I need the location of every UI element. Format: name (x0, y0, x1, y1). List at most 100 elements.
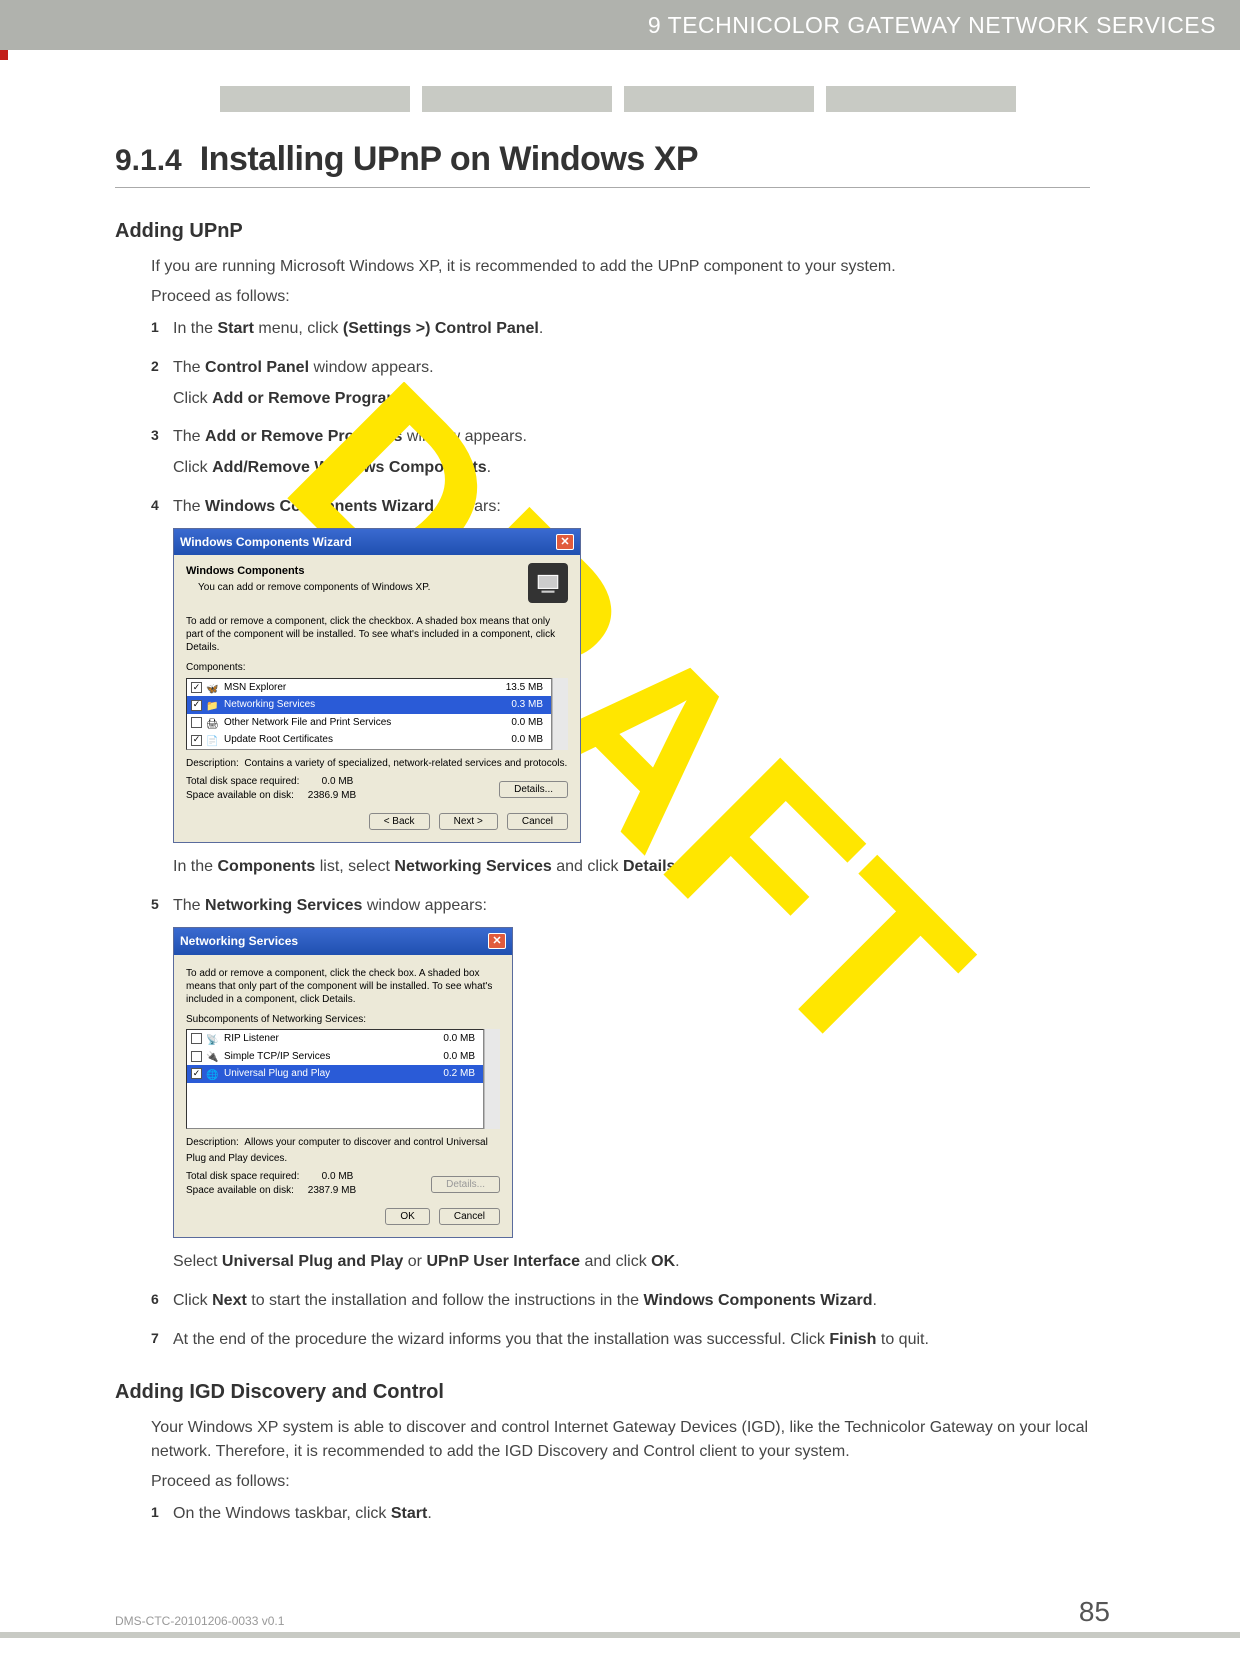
step-1: In the Start menu, click (Settings >) Co… (173, 317, 1090, 342)
list-item[interactable]: 🖨 Other Network File and Print Services … (187, 714, 551, 732)
chapter-label: 9 TECHNICOLOR GATEWAY NETWORK SERVICES (648, 12, 1216, 39)
subcomponents-label: Subcomponents of Networking Services: (186, 1012, 500, 1028)
dialog-titlebar: Windows Components Wizard ✕ (174, 529, 580, 556)
checkbox-icon[interactable]: ✓ (191, 682, 202, 693)
checkbox-icon[interactable] (191, 1033, 202, 1044)
close-icon[interactable]: ✕ (488, 933, 506, 949)
section-number: 9.1.4 (115, 144, 182, 178)
cert-icon: 📄 (206, 734, 220, 746)
close-icon[interactable]: ✕ (556, 534, 574, 550)
step-number: 5 (151, 894, 173, 912)
dialog-instructions: To add or remove a component, click the … (186, 615, 568, 654)
section-header: 9.1.4 Installing UPnP on Windows XP (115, 140, 1090, 188)
igd-intro-1: Your Windows XP system is able to discov… (151, 1416, 1090, 1464)
ok-button[interactable]: OK (385, 1208, 429, 1225)
step-number: 4 (151, 495, 173, 513)
page-footer: DMS-CTC-20101206-0033 v0.1 85 (0, 1596, 1240, 1628)
item-name: Networking Services (224, 697, 487, 713)
header-band: 9 TECHNICOLOR GATEWAY NETWORK SERVICES (0, 0, 1240, 50)
intro-text: If you are running Microsoft Windows XP,… (151, 255, 1090, 309)
item-size: 0.3 MB (487, 697, 547, 713)
list-item-selected[interactable]: ✓ 📁 Networking Services 0.3 MB (187, 696, 551, 714)
list-item[interactable]: ✓ 📄 Update Root Certificates 0.0 MB (187, 731, 551, 749)
item-size: 0.0 MB (487, 715, 547, 731)
igd-steps-list: 1 On the Windows taskbar, click Start. (151, 1502, 1090, 1527)
step-7: At the end of the procedure the wizard i… (173, 1328, 1090, 1353)
intro-line-1: If you are running Microsoft Windows XP,… (151, 255, 1090, 279)
item-name: Other Network File and Print Services (224, 715, 487, 731)
components-label: Components: (186, 660, 568, 676)
scrollbar[interactable] (552, 678, 568, 750)
details-button[interactable]: Details... (499, 781, 568, 798)
item-size: 0.0 MB (419, 1049, 479, 1065)
tcpip-icon: 🔌 (206, 1050, 220, 1062)
dialog-titlebar: Networking Services ✕ (174, 928, 512, 955)
item-name: Simple TCP/IP Services (224, 1049, 419, 1065)
step-number: 6 (151, 1289, 173, 1307)
item-name: RIP Listener (224, 1031, 419, 1047)
subcomponents-listbox[interactable]: 📡 RIP Listener 0.0 MB 🔌 Simple TCP/IP Se… (186, 1029, 484, 1129)
tab-strip (0, 86, 1240, 112)
step-5: The Networking Services window appears: … (173, 894, 1090, 1275)
igd-intro: Your Windows XP system is able to discov… (151, 1416, 1090, 1494)
steps-list: 1 In the Start menu, click (Settings >) … (151, 317, 1090, 1353)
scrollbar[interactable] (484, 1029, 500, 1129)
decorative-tab (624, 86, 814, 112)
item-name: Universal Plug and Play (224, 1066, 419, 1082)
dialog-instructions: To add or remove a component, click the … (186, 967, 500, 1006)
checkbox-icon[interactable] (191, 717, 202, 728)
checkbox-icon[interactable] (191, 1051, 202, 1062)
subheading-adding-upnp: Adding UPnP (115, 220, 1090, 243)
step-number: 7 (151, 1328, 173, 1346)
description-row: Description: Contains a variety of speci… (186, 756, 568, 772)
list-item[interactable]: 🔌 Simple TCP/IP Services 0.0 MB (187, 1048, 483, 1066)
item-name: Update Root Certificates (224, 732, 487, 748)
item-size: 0.0 MB (487, 732, 547, 748)
details-button: Details... (431, 1176, 500, 1193)
windows-components-wizard-dialog: Windows Components Wizard ✕ Windows Comp… (173, 528, 581, 844)
dialog-title: Networking Services (180, 932, 298, 951)
back-button[interactable]: < Back (369, 813, 430, 830)
list-item-selected[interactable]: ✓ 🌐 Universal Plug and Play 0.2 MB (187, 1065, 483, 1083)
step-6: Click Next to start the installation and… (173, 1289, 1090, 1314)
dialog-heading: Windows Components (186, 563, 520, 580)
rip-icon: 📡 (206, 1033, 220, 1045)
list-item[interactable]: 📡 RIP Listener 0.0 MB (187, 1030, 483, 1048)
checkbox-icon[interactable]: ✓ (191, 700, 202, 711)
step-number: 2 (151, 356, 173, 374)
step-number: 1 (151, 1502, 173, 1520)
item-size: 13.5 MB (487, 680, 547, 696)
igd-intro-2: Proceed as follows: (151, 1470, 1090, 1494)
checkbox-icon[interactable]: ✓ (191, 1068, 202, 1079)
components-listbox[interactable]: ✓ 🦋 MSN Explorer 13.5 MB ✓ 📁 Networking (186, 678, 552, 750)
disk-stats: Total disk space required: 0.0 MB Space … (186, 1170, 356, 1198)
cancel-button[interactable]: Cancel (507, 813, 568, 830)
upnp-icon: 🌐 (206, 1068, 220, 1080)
step-3: The Add or Remove Programs window appear… (173, 425, 1090, 481)
step-number: 1 (151, 317, 173, 335)
item-size: 0.0 MB (419, 1031, 479, 1047)
dialog-title: Windows Components Wizard (180, 533, 352, 552)
section-title: Installing UPnP on Windows XP (200, 140, 698, 179)
components-icon (528, 563, 568, 603)
print-icon: 🖨 (206, 717, 220, 729)
footer-bar (0, 1632, 1240, 1638)
list-item[interactable]: ✓ 🦋 MSN Explorer 13.5 MB (187, 679, 551, 697)
step-4: The Windows Components Wizard appears: W… (173, 495, 1090, 880)
item-name: MSN Explorer (224, 680, 487, 696)
network-icon: 📁 (206, 699, 220, 711)
doc-id: DMS-CTC-20101206-0033 v0.1 (115, 1614, 284, 1628)
next-button[interactable]: Next > (439, 813, 498, 830)
subheading-adding-igd: Adding IGD Discovery and Control (115, 1381, 1090, 1404)
networking-services-dialog: Networking Services ✕ To add or remove a… (173, 927, 513, 1238)
step-number: 3 (151, 425, 173, 443)
cancel-button[interactable]: Cancel (439, 1208, 500, 1225)
decorative-tab (422, 86, 612, 112)
description-row: Description: Allows your computer to dis… (186, 1135, 500, 1166)
msn-icon: 🦋 (206, 682, 220, 694)
checkbox-icon[interactable]: ✓ (191, 735, 202, 746)
decorative-tab (826, 86, 1016, 112)
disk-stats: Total disk space required: 0.0 MB Space … (186, 775, 356, 803)
item-size: 0.2 MB (419, 1066, 479, 1082)
intro-line-2: Proceed as follows: (151, 285, 1090, 309)
